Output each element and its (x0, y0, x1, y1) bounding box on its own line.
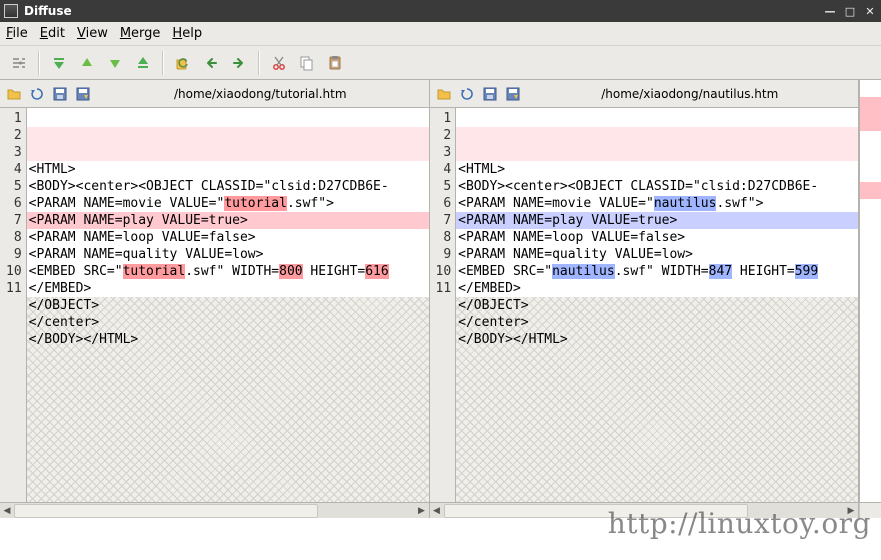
code-line: <HTML> (458, 162, 505, 177)
code-line: <PARAM NAME=play VALUE=true> (458, 213, 677, 228)
first-diff-button[interactable] (46, 50, 72, 76)
menu-help[interactable]: Help (172, 26, 202, 41)
overview-mark (860, 80, 881, 97)
code-line: </BODY></HTML> (458, 332, 568, 347)
right-pane: /home/xiaodong/nautilus.htm 123456789101… (430, 80, 860, 502)
copy-button[interactable] (294, 50, 320, 76)
prev-diff-button[interactable] (74, 50, 100, 76)
last-diff-button[interactable] (130, 50, 156, 76)
left-pane-header: /home/xiaodong/tutorial.htm (0, 80, 429, 108)
scroll-corner (859, 503, 881, 518)
code-line: <PARAM NAME=loop VALUE=false> (458, 230, 685, 245)
code-line: </center> (29, 315, 99, 330)
next-diff-button[interactable] (102, 50, 128, 76)
left-hscroll[interactable]: ◀ ▶ (0, 503, 430, 518)
menu-file[interactable]: File (6, 26, 28, 41)
toolbar (0, 46, 881, 80)
left-pane: /home/xiaodong/tutorial.htm 123456789101… (0, 80, 430, 502)
code-line: </OBJECT> (29, 298, 99, 313)
code-line: </BODY></HTML> (29, 332, 139, 347)
scroll-right-icon[interactable]: ▶ (844, 504, 858, 518)
overview-mark (860, 114, 881, 131)
code-line: <PARAM NAME=quality VALUE=low> (458, 247, 693, 262)
paste-button[interactable] (322, 50, 348, 76)
app-icon (4, 4, 18, 18)
right-gutter: 1234567891011 (430, 108, 457, 502)
scroll-thumb[interactable] (444, 504, 748, 518)
save-file-button[interactable] (480, 84, 500, 104)
code-line: </OBJECT> (458, 298, 528, 313)
code-line: <PARAM NAME=quality VALUE=low> (29, 247, 264, 262)
save-as-button[interactable] (73, 84, 93, 104)
code-line: <HTML> (29, 162, 76, 177)
close-button[interactable]: ✕ (863, 4, 877, 18)
scroll-left-icon[interactable]: ◀ (0, 504, 14, 518)
menu-view[interactable]: View (77, 26, 108, 41)
maximize-button[interactable]: □ (843, 4, 857, 18)
overview-mark (860, 97, 881, 114)
right-hscroll[interactable]: ◀ ▶ (430, 503, 860, 518)
cut-button[interactable] (266, 50, 292, 76)
open-file-button[interactable] (4, 84, 24, 104)
push-right-button[interactable] (226, 50, 252, 76)
right-editor[interactable]: 1234567891011 <HTML> <BODY><center><OBJE… (430, 108, 859, 502)
titlebar: Diffuse — □ ✕ (0, 0, 881, 22)
right-pane-header: /home/xiaodong/nautilus.htm (430, 80, 859, 108)
minimize-button[interactable]: — (823, 4, 837, 18)
right-code[interactable]: <HTML> <BODY><center><OBJECT CLASSID="cl… (456, 108, 858, 502)
left-gutter: 1234567891011 (0, 108, 27, 502)
reload-button[interactable] (170, 50, 196, 76)
overview-mark (860, 182, 881, 199)
menu-merge[interactable]: Merge (120, 26, 161, 41)
window-title: Diffuse (24, 4, 817, 18)
code-line: <PARAM NAME=play VALUE=true> (29, 213, 248, 228)
open-file-button[interactable] (434, 84, 454, 104)
diff-panes: /home/xiaodong/tutorial.htm 123456789101… (0, 80, 881, 502)
save-as-button[interactable] (503, 84, 523, 104)
left-file-path: /home/xiaodong/tutorial.htm (96, 87, 425, 101)
reload-file-button[interactable] (27, 84, 47, 104)
right-file-path: /home/xiaodong/nautilus.htm (526, 87, 855, 101)
sync-views-button[interactable] (6, 50, 32, 76)
scroll-right-icon[interactable]: ▶ (415, 504, 429, 518)
code-line: <BODY><center><OBJECT CLASSID="clsid:D27… (29, 179, 389, 194)
overview-gutter[interactable] (859, 80, 881, 502)
save-file-button[interactable] (50, 84, 70, 104)
left-code[interactable]: <HTML> <BODY><center><OBJECT CLASSID="cl… (27, 108, 429, 502)
code-line: </EMBED> (458, 281, 521, 296)
code-line: </EMBED> (29, 281, 92, 296)
scroll-thumb[interactable] (14, 504, 318, 518)
code-line: </center> (458, 315, 528, 330)
toolbar-separator (38, 51, 40, 75)
push-left-button[interactable] (198, 50, 224, 76)
scroll-left-icon[interactable]: ◀ (430, 504, 444, 518)
reload-file-button[interactable] (457, 84, 477, 104)
horizontal-scrollbars: ◀ ▶ ◀ ▶ (0, 502, 881, 518)
left-editor[interactable]: 1234567891011 <HTML> <BODY><center><OBJE… (0, 108, 429, 502)
toolbar-separator (162, 51, 164, 75)
menu-edit[interactable]: Edit (40, 26, 65, 41)
toolbar-separator (258, 51, 260, 75)
code-line: <BODY><center><OBJECT CLASSID="clsid:D27… (458, 179, 818, 194)
code-line: <PARAM NAME=loop VALUE=false> (29, 230, 256, 245)
menubar: File Edit View Merge Help (0, 22, 881, 46)
